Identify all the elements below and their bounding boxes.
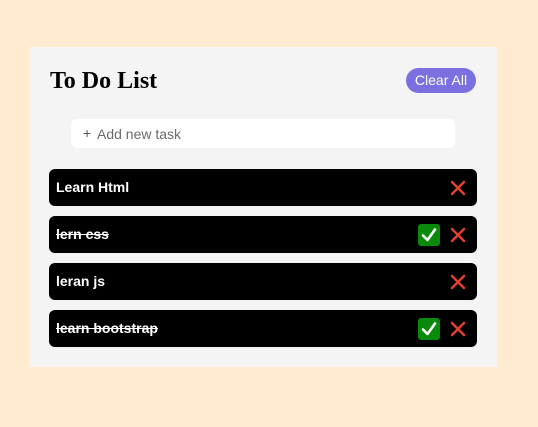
page-title: To Do List [50,68,158,94]
close-icon[interactable] [449,273,467,291]
task-item[interactable]: lern css [49,216,477,253]
task-list: Learn Html lern css leran js learn boots… [49,169,477,357]
task-item[interactable]: leran js [49,263,477,300]
add-task-field[interactable]: + [71,119,455,148]
todo-header: To Do List Clear All [50,67,476,95]
task-label[interactable]: leran js [56,263,105,299]
close-icon[interactable] [449,179,467,197]
task-label[interactable]: lern css [56,216,109,252]
check-icon[interactable] [418,318,440,340]
task-label[interactable]: learn bootstrap [56,310,158,346]
task-label[interactable]: Learn Html [56,169,129,205]
task-item[interactable]: Learn Html [49,169,477,206]
todo-card: To Do List Clear All + Learn Html lern c… [29,47,497,367]
plus-icon: + [83,125,92,141]
close-icon[interactable] [449,226,467,244]
add-task-input[interactable] [97,119,447,148]
task-item[interactable]: learn bootstrap [49,310,477,347]
close-icon[interactable] [449,320,467,338]
check-icon[interactable] [418,224,440,246]
clear-all-button[interactable]: Clear All [406,68,476,93]
